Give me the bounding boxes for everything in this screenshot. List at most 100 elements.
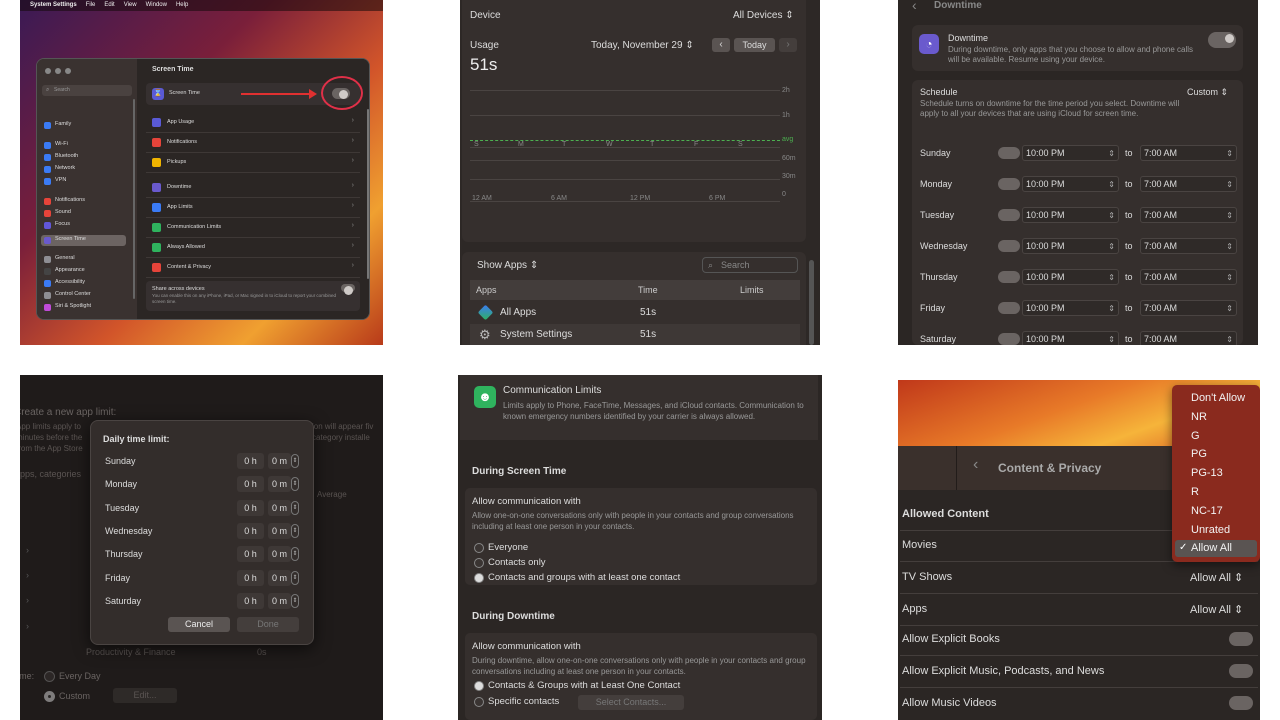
stepper-icon[interactable]: ⇕ [1108, 271, 1115, 285]
every-day-radio[interactable] [44, 671, 55, 682]
menu-item-g[interactable]: G [1175, 428, 1257, 445]
row-pickups[interactable]: Pickups › [146, 155, 360, 173]
stepper-icon[interactable]: ⇕ [291, 547, 299, 562]
sidebar-item-family[interactable]: Family [41, 120, 126, 131]
to-time-field[interactable]: 7:00 AM ⇕ [1140, 238, 1237, 254]
stepper-icon[interactable]: ⇕ [1226, 209, 1233, 223]
row-communication-limits[interactable]: Communication Limits › [146, 220, 360, 238]
stepper-icon[interactable]: ⇕ [1226, 302, 1233, 316]
stepper-icon[interactable]: ⇕ [291, 454, 299, 468]
row-app-usage[interactable]: App Usage › [146, 115, 360, 133]
sidebar-item-sound[interactable]: Sound [41, 208, 126, 219]
hours-field[interactable]: 0 h [237, 522, 264, 539]
stepper-icon[interactable]: ⇕ [291, 477, 299, 492]
menu-item-pg-13[interactable]: PG-13 [1175, 465, 1257, 482]
minutes-field[interactable]: 0 m [268, 453, 291, 469]
sidebar-item-general[interactable]: General [41, 254, 126, 265]
hours-field[interactable]: 0 h [237, 499, 264, 516]
day-toggle[interactable] [998, 302, 1020, 314]
table-row[interactable]: ⚙ System Settings 51s [470, 324, 800, 345]
day-toggle[interactable] [998, 333, 1020, 345]
stepper-icon[interactable]: ⇕ [1226, 240, 1233, 254]
minutes-field[interactable]: 0 m [268, 569, 291, 586]
date-select[interactable]: Today, November 29 ⇕ [591, 40, 694, 51]
stepper-icon[interactable]: ⇕ [1226, 271, 1233, 285]
today-button[interactable]: Today [734, 38, 775, 52]
from-time-field[interactable]: 10:00 PM ⇕ [1022, 331, 1119, 345]
to-time-field[interactable]: 7:00 AM ⇕ [1140, 331, 1237, 345]
menu-item-nc-17[interactable]: NC-17 [1175, 503, 1257, 520]
header-limits[interactable]: Limits [740, 280, 764, 300]
hours-field[interactable]: 0 h [237, 476, 264, 493]
show-apps-select[interactable]: Show Apps ⇕ [477, 260, 538, 271]
hours-field[interactable]: 0 h [237, 592, 264, 609]
hours-field[interactable]: 0 h [237, 569, 264, 586]
to-time-field[interactable]: 7:00 AM ⇕ [1140, 269, 1237, 285]
minutes-field[interactable]: 0 m [268, 592, 291, 609]
sidebar-scrollbar[interactable] [133, 99, 135, 299]
sidebar-item-appearance[interactable]: Appearance [41, 266, 126, 277]
menu-item-pg[interactable]: PG [1175, 446, 1257, 463]
done-button[interactable]: Done [237, 617, 299, 632]
downtime-toggle[interactable] [1208, 32, 1236, 48]
minutes-field[interactable]: 0 m [268, 546, 291, 563]
day-toggle[interactable] [998, 178, 1020, 190]
sidebar-item-screen-time[interactable]: Screen Time [41, 235, 126, 246]
select-contacts-button[interactable]: Select Contacts... [578, 695, 684, 710]
row-notifications[interactable]: Notifications › [146, 135, 360, 153]
table-row[interactable]: All Apps 51s [470, 302, 800, 323]
stepper-icon[interactable]: ⇕ [1108, 333, 1115, 345]
from-time-field[interactable]: 10:00 PM ⇕ [1022, 145, 1119, 161]
from-time-field[interactable]: 10:00 PM ⇕ [1022, 238, 1119, 254]
sidebar-item-control-center[interactable]: Control Center [41, 290, 126, 301]
toggle-allow-explicit-books[interactable] [1229, 632, 1253, 646]
cancel-button[interactable]: Cancel [168, 617, 230, 632]
menu-item-don-t-allow[interactable]: Don't Allow [1175, 390, 1257, 407]
to-time-field[interactable]: 7:00 AM ⇕ [1140, 145, 1237, 161]
day-toggle[interactable] [998, 240, 1020, 252]
radio-contacts-and-groups-with-at-least-one-contact[interactable] [474, 573, 484, 583]
menu-item-nr[interactable]: NR [1175, 409, 1257, 426]
stepper-icon[interactable]: ⇕ [1226, 333, 1233, 345]
sidebar-item-notifications[interactable]: Notifications [41, 196, 126, 207]
radio-contacts-only[interactable] [474, 558, 484, 568]
stepper-icon[interactable]: ⇕ [1108, 302, 1115, 316]
toggle-allow-explicit-music-podcasts-and-news[interactable] [1229, 664, 1253, 678]
minimize-button[interactable] [55, 68, 61, 74]
radio-specific-contacts[interactable] [474, 697, 484, 707]
sidebar-item-bluetooth[interactable]: Bluetooth [41, 152, 126, 163]
sidebar-item-network[interactable]: Network [41, 164, 126, 175]
stepper-icon[interactable]: ⇕ [291, 500, 299, 515]
content-scrollbar[interactable] [367, 109, 369, 279]
toggle-allow-music-videos[interactable] [1229, 696, 1253, 710]
zoom-button[interactable] [65, 68, 71, 74]
schedule-select[interactable]: Custom ⇕ [1187, 87, 1228, 98]
day-toggle[interactable] [998, 209, 1020, 221]
stepper-icon[interactable]: ⇕ [1108, 240, 1115, 254]
stepper-icon[interactable]: ⇕ [1108, 209, 1115, 223]
day-toggle[interactable] [998, 271, 1020, 283]
stepper-icon[interactable]: ⇕ [1108, 147, 1115, 161]
day-toggle[interactable] [998, 147, 1020, 159]
back-icon[interactable]: ‹ [973, 456, 978, 474]
search-field[interactable]: ⌕ Search [42, 85, 132, 96]
radio-contacts-groups-with-at-least-one-contact[interactable] [474, 681, 484, 691]
tv-shows-select[interactable]: Allow All ⇕ [1190, 571, 1243, 584]
stepper-icon[interactable]: ⇕ [291, 570, 299, 585]
minutes-field[interactable]: 0 m [268, 499, 291, 516]
row-content-privacy[interactable]: Content & Privacy › [146, 260, 360, 278]
prev-day-button[interactable]: ‹ [712, 38, 730, 52]
from-time-field[interactable]: 10:00 PM ⇕ [1022, 207, 1119, 223]
sidebar-item-accessibility[interactable]: Accessibility [41, 278, 126, 289]
from-time-field[interactable]: 10:00 PM ⇕ [1022, 176, 1119, 192]
sidebar-item-siri-spotlight[interactable]: Siri & Spotlight [41, 302, 126, 313]
minutes-field[interactable]: 0 m [268, 476, 291, 493]
row-always-allowed[interactable]: Always Allowed › [146, 240, 360, 258]
hours-field[interactable]: 0 h [237, 453, 264, 469]
stepper-icon[interactable]: ⇕ [291, 593, 299, 608]
hours-field[interactable]: 0 h [237, 546, 264, 563]
device-select[interactable]: All Devices ⇕ [733, 10, 794, 21]
panel-scrollbar[interactable] [809, 260, 814, 345]
menu-file[interactable]: File [86, 0, 96, 11]
sidebar-item-wi-fi[interactable]: Wi-Fi [41, 140, 126, 151]
